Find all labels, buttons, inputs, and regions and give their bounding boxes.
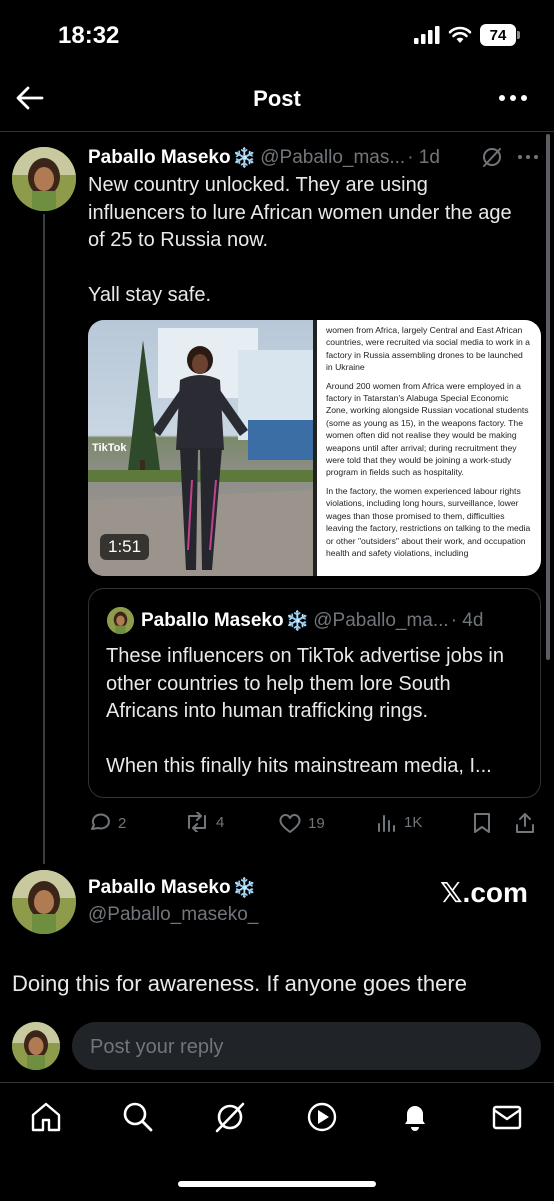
more-icon	[518, 155, 538, 159]
like-count: 19	[308, 814, 325, 832]
tab-notifications[interactable]	[398, 1100, 432, 1134]
reply-count: 2	[118, 814, 127, 832]
share-button[interactable]	[514, 812, 536, 834]
post-text: New country unlocked. They are using inf…	[88, 174, 512, 306]
author-name[interactable]: Paballo Maseko	[88, 877, 231, 899]
search-icon	[123, 1102, 153, 1132]
snowflake-emoji: ❄️	[285, 611, 310, 632]
post-text: Doing this for awareness. If anyone goes…	[12, 971, 467, 996]
home-indicator[interactable]	[178, 1181, 376, 1187]
reply-icon	[91, 813, 110, 830]
quote-avatar	[107, 607, 134, 634]
share-icon	[516, 813, 534, 833]
author-name[interactable]: Paballo Maseko	[88, 147, 231, 169]
post-actions: 2 4 19 1K	[88, 808, 538, 838]
wifi-icon	[448, 26, 472, 43]
tiktok-watermark: TikTok	[92, 442, 127, 454]
repost-button[interactable]: 4	[184, 812, 224, 832]
video-thumbnail[interactable]: TikTok 1:51	[88, 320, 313, 576]
avatar[interactable]	[12, 870, 76, 934]
reply-placeholder: Post your reply	[90, 1036, 224, 1058]
repost-count: 4	[216, 813, 225, 831]
grok-button[interactable]	[481, 146, 503, 168]
post-time: · 1d	[407, 147, 440, 168]
media-attachment[interactable]: TikTok 1:51 women from Africa, largely C…	[88, 320, 541, 576]
play-icon	[307, 1102, 337, 1132]
article-paragraph: women from Africa, largely Central and E…	[326, 325, 530, 373]
tab-messages[interactable]	[490, 1100, 524, 1134]
video-duration: 1:51	[100, 534, 150, 560]
avatar[interactable]	[12, 147, 76, 211]
x-watermark: 𝕏.com	[440, 877, 528, 908]
like-button[interactable]: 19	[278, 812, 325, 834]
bell-icon	[405, 1106, 425, 1131]
reply-avatar	[12, 1022, 60, 1070]
battery-indicator: 74	[480, 24, 516, 46]
grok-icon	[215, 1102, 245, 1133]
views-icon	[378, 815, 395, 832]
tab-grok[interactable]	[213, 1100, 247, 1134]
header-divider	[0, 131, 554, 132]
signal-icon	[414, 26, 440, 44]
status-time: 18:32	[58, 22, 120, 49]
more-options-button[interactable]	[498, 92, 528, 104]
more-icon	[499, 95, 527, 101]
bookmark-icon	[474, 813, 490, 833]
quoted-post[interactable]: Paballo Maseko ❄️ @Paballo_ma... · 4d Th…	[88, 588, 541, 798]
author-handle[interactable]: @Paballo_mas...	[260, 147, 405, 169]
quote-author-name: Paballo Maseko	[141, 610, 284, 631]
quote-author-handle: @Paballo_ma...	[313, 610, 449, 631]
grok-icon	[483, 148, 501, 167]
thread-line	[43, 214, 45, 864]
scrollbar[interactable]	[546, 134, 550, 660]
repost-icon	[188, 812, 206, 832]
page-title: Post	[253, 86, 301, 111]
quote-time: · 4d	[450, 610, 484, 631]
views-button[interactable]: 1K	[376, 812, 422, 832]
home-icon	[31, 1102, 61, 1132]
article-paragraph: In the factory, the women experienced la…	[326, 485, 531, 558]
snowflake-emoji: ❄️	[232, 878, 257, 899]
tab-search[interactable]	[121, 1100, 155, 1134]
heart-icon	[279, 814, 301, 833]
article-screenshot[interactable]: women from Africa, largely Central and E…	[317, 320, 541, 576]
status-icons: 74	[414, 24, 520, 46]
author-handle[interactable]: @Paballo_maseko_	[88, 904, 258, 926]
tab-home[interactable]	[29, 1100, 63, 1134]
mail-icon	[492, 1105, 522, 1130]
snowflake-emoji: ❄️	[232, 148, 257, 169]
reply-button[interactable]: 2	[88, 812, 126, 834]
views-count: 1K	[404, 813, 423, 831]
bookmark-button[interactable]	[472, 812, 492, 834]
post-more-button[interactable]	[517, 154, 539, 160]
article-paragraph: Around 200 women from Africa were employ…	[326, 380, 529, 478]
quote-text: These influencers on TikTok advertise jo…	[106, 645, 504, 777]
tab-video[interactable]	[305, 1100, 339, 1134]
